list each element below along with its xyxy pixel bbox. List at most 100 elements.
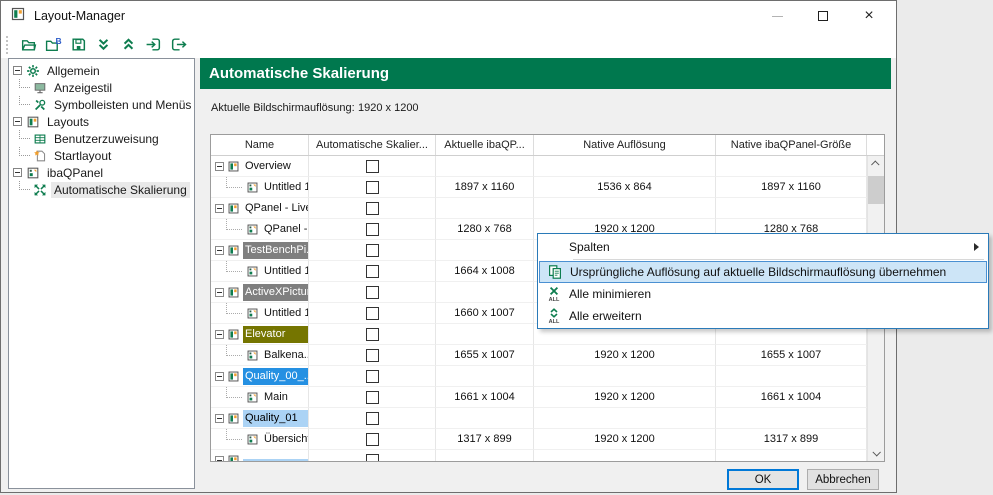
menu-item-alle-erweitern[interactable]: ALLAlle erweitern xyxy=(539,305,987,327)
scaling-checkbox[interactable] xyxy=(366,223,379,236)
row-expander[interactable] xyxy=(215,288,224,297)
cancel-button[interactable]: Abbrechen xyxy=(807,469,879,490)
scaling-checkbox[interactable] xyxy=(366,244,379,257)
svg-text:B: B xyxy=(55,36,61,46)
row-expander[interactable] xyxy=(215,330,224,339)
sidebar-item-symbolleisten-und-men-s[interactable]: Symbolleisten und Menüs xyxy=(9,96,194,113)
menu-item-label: Spalten xyxy=(569,240,610,254)
table-row-quality-01[interactable]: Quality_01 xyxy=(211,408,867,429)
panel-header: Automatische Skalierung xyxy=(200,58,891,89)
qpanel-icon xyxy=(246,181,259,194)
toolbar-button-open-layout-b-icon[interactable]: B xyxy=(41,33,65,56)
scaling-checkbox[interactable] xyxy=(366,433,379,446)
toolbar-button-double-chevron-up-icon[interactable] xyxy=(116,33,140,56)
menu-item-alle-minimieren[interactable]: ALLAlle minimieren xyxy=(539,283,987,305)
row-expander[interactable] xyxy=(215,372,224,381)
scaling-checkbox[interactable] xyxy=(366,286,379,299)
page-title: Automatische Skalierung xyxy=(209,65,389,82)
menu-item-urspr-ngliche-aufl-sung-auf-aktuelle-bildschirmaufl-sung-bernehmen[interactable]: Ursprüngliche Auflösung auf aktuelle Bil… xyxy=(539,261,987,283)
tree-expander[interactable] xyxy=(13,168,22,177)
scaling-checkbox[interactable] xyxy=(366,328,379,341)
ok-button[interactable]: OK xyxy=(727,469,799,490)
scaling-checkbox[interactable] xyxy=(366,349,379,362)
native-cell xyxy=(534,366,716,387)
menu-item-label: Alle minimieren xyxy=(569,287,651,301)
sidebar-item-automatische-skalierung[interactable]: Automatische Skalierung xyxy=(9,181,194,198)
close-button[interactable]: × xyxy=(846,1,892,31)
table-row-quality-00[interactable]: Quality_00_... xyxy=(211,366,867,387)
sidebar-item-anzeigestil[interactable]: Anzeigestil xyxy=(9,79,194,96)
column-header-native-ibaqpanel-gr-e[interactable]: Native ibaQPanel-Größe xyxy=(716,135,867,155)
column-header-automatische-skalier[interactable]: Automatische Skalier... xyxy=(309,135,436,155)
checkbox-cell xyxy=(309,345,436,366)
scrollbar-thumb[interactable] xyxy=(868,176,884,204)
scaling-checkbox[interactable] xyxy=(366,370,379,383)
column-header-aktuelle-ibaqp[interactable]: Aktuelle ibaQP... xyxy=(436,135,534,155)
import-icon xyxy=(145,36,162,53)
name-cell: Main xyxy=(211,387,309,408)
row-expander[interactable] xyxy=(215,246,224,255)
native-size-cell: 1317 x 899 xyxy=(716,429,867,450)
checkbox-cell xyxy=(309,366,436,387)
row-expander[interactable] xyxy=(215,204,224,213)
toolbar-button-export-icon[interactable] xyxy=(166,33,190,56)
chevron-up-icon xyxy=(871,160,879,168)
scaling-checkbox[interactable] xyxy=(366,160,379,173)
row-expander[interactable] xyxy=(215,456,224,462)
scaling-checkbox[interactable] xyxy=(366,412,379,425)
toolbar-button-import-icon[interactable] xyxy=(141,33,165,56)
row-name-label: Untitled 1 xyxy=(262,263,308,280)
table-row[interactable] xyxy=(211,450,867,461)
table-row-overview[interactable]: Overview xyxy=(211,156,867,177)
scaling-checkbox[interactable] xyxy=(366,454,379,462)
table-row-balkena[interactable]: Balkena...1655 x 10071920 x 12001655 x 1… xyxy=(211,345,867,366)
scaling-checkbox[interactable] xyxy=(366,307,379,320)
table-header: NameAutomatische Skalier...Aktuelle ibaQ… xyxy=(211,135,884,156)
table-row-bersicht[interactable]: Übersicht1317 x 8991920 x 12001317 x 899 xyxy=(211,429,867,450)
table-row-untitled-1[interactable]: Untitled 11897 x 11601536 x 8641897 x 11… xyxy=(211,177,867,198)
toolbar-grip[interactable] xyxy=(6,36,10,54)
current-cell xyxy=(436,156,534,177)
column-header-name[interactable]: Name xyxy=(211,135,309,155)
checkbox-cell xyxy=(309,240,436,261)
sidebar-item-allgemein[interactable]: Allgemein xyxy=(9,62,194,79)
scaling-checkbox[interactable] xyxy=(366,202,379,215)
table-row-qpanel-live[interactable]: QPanel - Live xyxy=(211,198,867,219)
name-cell: ActiveXPicture xyxy=(211,282,309,303)
layout-icon xyxy=(227,370,240,383)
scaling-checkbox[interactable] xyxy=(366,391,379,404)
maximize-button[interactable] xyxy=(800,1,846,31)
sidebar-item-ibaqpanel[interactable]: ibaQPanel xyxy=(9,164,194,181)
row-expander[interactable] xyxy=(215,162,224,171)
tree-expander[interactable] xyxy=(13,117,22,126)
layout-icon xyxy=(227,202,240,215)
menu-item-spalten[interactable]: Spalten xyxy=(539,235,987,258)
scaling-checkbox[interactable] xyxy=(366,265,379,278)
toolbar-button-double-chevron-down-icon[interactable] xyxy=(91,33,115,56)
row-expander[interactable] xyxy=(215,414,224,423)
sidebar-item-label: ibaQPanel xyxy=(44,165,106,181)
qpanel-icon xyxy=(246,307,259,320)
sidebar-item-label: Allgemein xyxy=(44,63,103,79)
layout-icon xyxy=(227,286,240,299)
tree-expander[interactable] xyxy=(13,66,22,75)
scroll-down-button[interactable] xyxy=(868,445,884,461)
minimize-button[interactable] xyxy=(754,1,800,31)
name-cell xyxy=(211,450,309,461)
toolbar-button-open-layout-icon[interactable] xyxy=(16,33,40,56)
sidebar-item-startlayout[interactable]: Startlayout xyxy=(9,147,194,164)
table-row-main[interactable]: Main1661 x 10041920 x 12001661 x 1004 xyxy=(211,387,867,408)
tree-connector xyxy=(19,147,30,156)
sidebar-item-benutzerzuweisung[interactable]: Benutzerzuweisung xyxy=(9,130,194,147)
name-cell: QPanel - Live xyxy=(211,198,309,219)
row-name-label: Untitled 1 xyxy=(262,179,308,196)
toolbar-button-save-layout-icon[interactable] xyxy=(66,33,90,56)
tree-connector xyxy=(211,303,243,324)
row-name-label: Main xyxy=(262,389,308,406)
row-name-label: QPanel -... xyxy=(262,221,308,238)
sidebar-item-layouts[interactable]: Layouts xyxy=(9,113,194,130)
scroll-up-button[interactable] xyxy=(868,156,884,172)
scaling-checkbox[interactable] xyxy=(366,181,379,194)
minimize-all-icon: ALL xyxy=(539,286,569,302)
column-header-native-aufl-sung[interactable]: Native Auflösung xyxy=(534,135,716,155)
